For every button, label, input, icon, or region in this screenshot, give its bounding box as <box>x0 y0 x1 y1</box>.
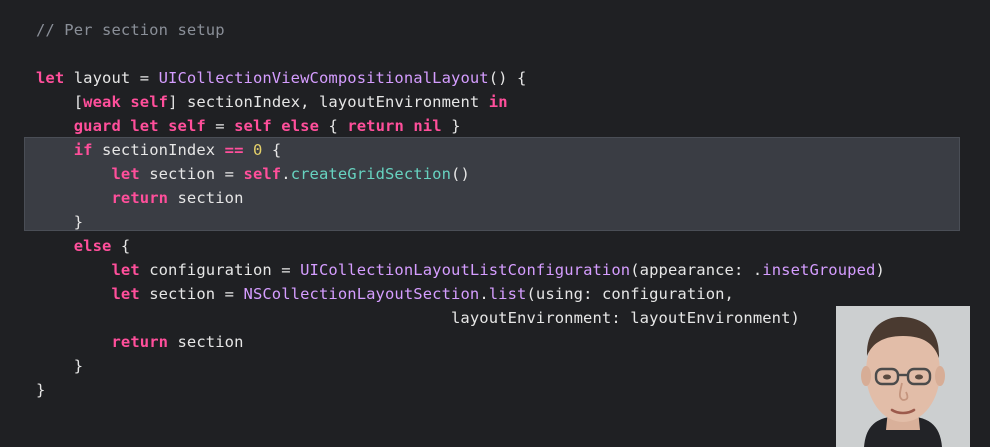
code-line: } <box>36 354 885 378</box>
code-line: if sectionIndex == 0 { <box>36 138 885 162</box>
code-token: } <box>441 117 461 135</box>
code-listing: // Per section setup let layout = UIColl… <box>36 18 885 402</box>
code-token: self <box>168 117 206 135</box>
code-token: UICollectionLayoutListConfiguration <box>300 261 631 279</box>
code-line: let layout = UICollectionViewComposition… <box>36 66 885 90</box>
code-token: UICollectionViewCompositionalLayout <box>158 69 489 87</box>
code-line: // Per section setup <box>36 18 885 42</box>
presenter-video <box>836 306 970 447</box>
code-token: else <box>281 117 320 135</box>
code-line: else { <box>36 234 885 258</box>
code-token: in <box>488 93 508 111</box>
code-token: guard <box>73 117 121 135</box>
code-token: () <box>451 165 470 183</box>
code-token: list <box>488 285 527 303</box>
code-token: = <box>205 117 235 135</box>
code-token: } <box>36 381 46 399</box>
code-token: layout = <box>64 69 159 87</box>
code-line: let section = NSCollectionLayoutSection.… <box>36 282 885 306</box>
code-token: else <box>73 237 112 255</box>
code-token: { <box>111 237 131 255</box>
code-token: . <box>281 165 291 183</box>
code-token: return <box>111 333 169 351</box>
code-line: let configuration = UICollectionLayoutLi… <box>36 258 885 282</box>
code-token: [ <box>36 93 84 111</box>
code-token: { <box>319 117 348 135</box>
code-token: if <box>73 141 93 159</box>
code-line: return section <box>36 186 885 210</box>
code-token: // Per section setup <box>36 21 225 39</box>
code-token: (appearance: . <box>630 261 763 279</box>
code-token: ) <box>875 261 885 279</box>
code-token: return <box>347 117 404 135</box>
code-token: } <box>36 357 84 375</box>
code-line: let section = self.createGridSection() <box>36 162 885 186</box>
code-line: } <box>36 210 885 234</box>
code-token: let <box>111 165 140 183</box>
code-token: insetGrouped <box>762 261 876 279</box>
code-token: let <box>111 261 140 279</box>
code-token: NSCollectionLayoutSection <box>243 285 480 303</box>
code-editor: // Per section setup let layout = UIColl… <box>0 0 990 447</box>
code-token: section <box>168 333 244 351</box>
code-line: [weak self] sectionIndex, layoutEnvironm… <box>36 90 885 114</box>
code-token: section = <box>139 165 244 183</box>
code-token: configuration = <box>139 261 301 279</box>
code-token: let <box>130 117 159 135</box>
code-token: self <box>234 117 272 135</box>
code-token: 0 <box>252 141 263 159</box>
code-token: self <box>243 165 282 183</box>
code-token: let <box>36 69 65 87</box>
code-line: } <box>36 378 885 402</box>
code-token: return <box>111 189 169 207</box>
code-token: nil <box>413 117 442 135</box>
code-line: layoutEnvironment: layoutEnvironment) <box>36 306 885 330</box>
code-token: } <box>36 213 84 231</box>
code-token: ] sectionIndex, layoutEnvironment <box>168 93 489 111</box>
presenter-video-icon <box>836 306 970 447</box>
code-token: { <box>262 141 282 159</box>
code-token: () { <box>488 69 527 87</box>
code-line: guard let self = self else { return nil … <box>36 114 885 138</box>
code-token: sectionIndex <box>92 141 225 159</box>
code-token: self <box>130 93 169 111</box>
code-token: == <box>224 141 244 159</box>
code-token: layoutEnvironment: layoutEnvironment) <box>36 309 800 327</box>
code-token: createGridSection <box>290 165 452 183</box>
code-token: let <box>111 285 140 303</box>
code-token: weak <box>83 93 121 111</box>
code-token: . <box>479 285 489 303</box>
code-line: return section <box>36 330 885 354</box>
code-token: section <box>168 189 244 207</box>
code-token: section = <box>139 285 244 303</box>
code-token: (using: configuration, <box>526 285 734 303</box>
